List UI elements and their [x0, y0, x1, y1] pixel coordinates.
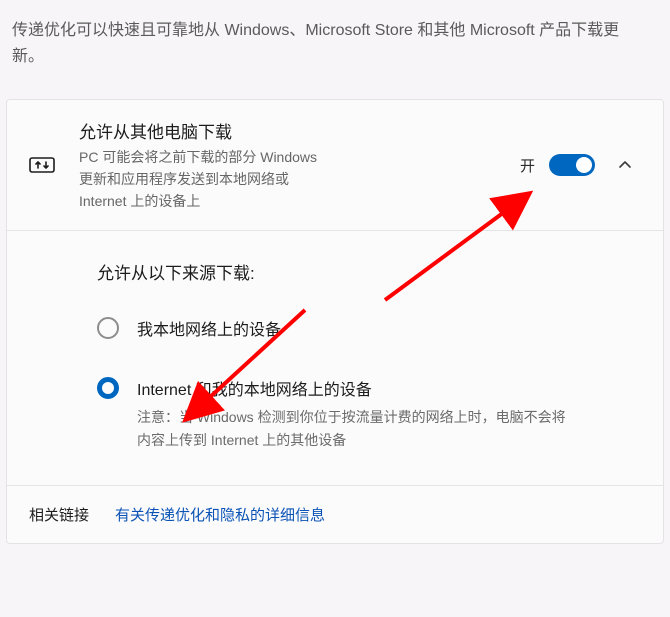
card-body: 允许从以下来源下载: 我本地网络上的设备 Internet 和我的本地网络上的设… — [7, 231, 663, 485]
delivery-icon — [29, 154, 79, 176]
radio-icon — [97, 377, 119, 399]
delivery-optimization-card: 允许从其他电脑下载 PC 可能会将之前下载的部分 Windows 更新和应用程序… — [6, 99, 664, 544]
card-header: 允许从其他电脑下载 PC 可能会将之前下载的部分 Windows 更新和应用程序… — [7, 100, 663, 231]
chevron-up-icon[interactable] — [609, 158, 641, 172]
allow-other-pcs-toggle[interactable] — [549, 154, 595, 176]
radio-icon — [97, 317, 119, 339]
radio-label: 我本地网络上的设备 — [137, 316, 641, 340]
card-title: 允许从其他电脑下载 — [79, 118, 520, 143]
card-subtitle: PC 可能会将之前下载的部分 Windows 更新和应用程序发送到本地网络或 I… — [79, 147, 329, 212]
related-links-title: 相关链接 — [29, 504, 89, 525]
card-footer: 相关链接 有关传递优化和隐私的详细信息 — [7, 485, 663, 543]
privacy-link[interactable]: 有关传递优化和隐私的详细信息 — [115, 504, 325, 525]
radio-option-local-network[interactable]: 我本地网络上的设备 — [97, 316, 641, 340]
intro-text: 传递优化可以快速且可靠地从 Windows、Microsoft Store 和其… — [0, 0, 640, 69]
radio-note: 注意：当 Windows 检测到你位于按流量计费的网络上时，电脑不会将内容上传到… — [137, 406, 567, 451]
toggle-state-label: 开 — [520, 155, 535, 176]
sources-heading: 允许从以下来源下载: — [97, 259, 641, 284]
radio-option-internet-and-local[interactable]: Internet 和我的本地网络上的设备 注意：当 Windows 检测到你位于… — [97, 376, 641, 451]
radio-label: Internet 和我的本地网络上的设备 — [137, 376, 641, 400]
